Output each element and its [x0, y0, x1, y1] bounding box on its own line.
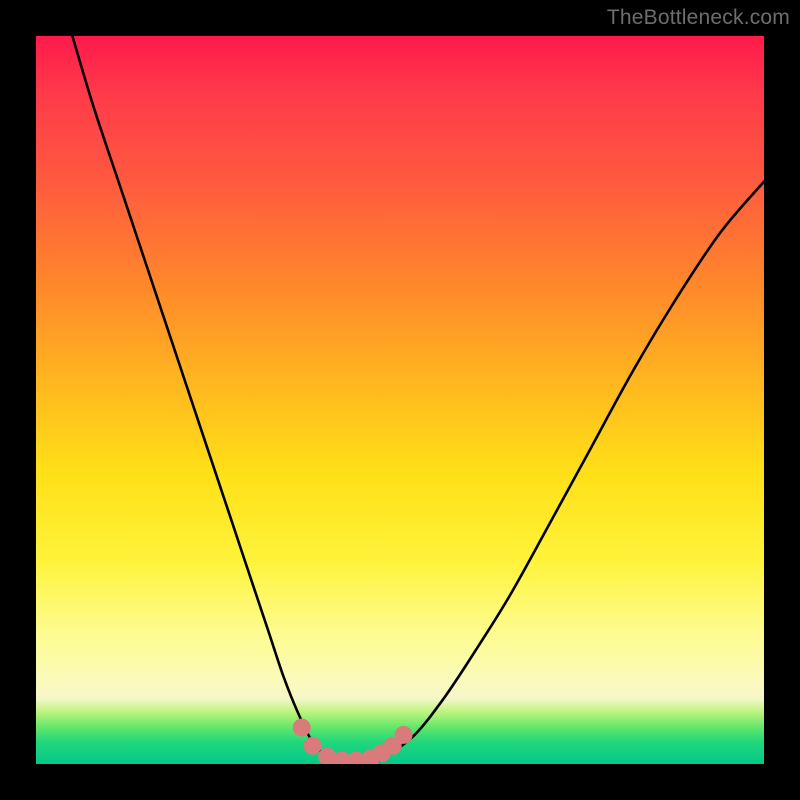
- plot-area: [36, 36, 764, 764]
- curve-svg: [36, 36, 764, 764]
- marker-dot: [395, 726, 413, 744]
- marker-dot: [293, 719, 311, 737]
- watermark-text: TheBottleneck.com: [607, 6, 790, 30]
- flat-bottom-dots: [293, 719, 413, 764]
- outer-frame: TheBottleneck.com: [0, 0, 800, 800]
- bottleneck-curve: [72, 36, 764, 764]
- marker-dot: [304, 737, 322, 755]
